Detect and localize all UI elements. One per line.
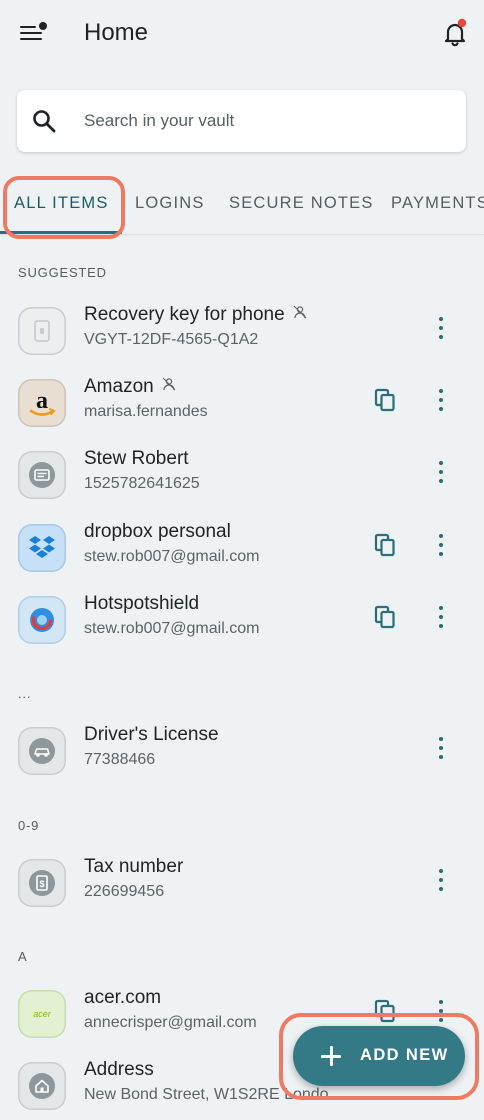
acer-logo-icon: acer <box>18 990 66 1038</box>
tab-all-items[interactable]: ALL ITEMS <box>14 194 109 213</box>
list-item[interactable]: $ Tax number 226699456 <box>0 849 484 921</box>
item-subtitle: 226699456 <box>84 883 165 900</box>
top-app-bar: Home <box>0 0 484 72</box>
item-name: Tax number <box>84 856 184 877</box>
list-item[interactable]: Stew Robert 1525782641625 <box>0 441 484 513</box>
tabs-divider <box>0 234 484 235</box>
svg-text:$: $ <box>39 879 44 889</box>
bell-alert-icon[interactable] <box>440 18 470 48</box>
copy-icon[interactable] <box>374 605 396 629</box>
svg-text:a: a <box>36 388 48 414</box>
shared-icon <box>293 305 307 319</box>
item-subtitle: VGYT-12DF-4565-Q1A2 <box>84 331 259 348</box>
document-key-icon <box>18 307 66 355</box>
more-options-icon[interactable] <box>437 867 445 893</box>
copy-icon[interactable] <box>374 533 396 557</box>
tab-logins[interactable]: LOGINS <box>135 194 205 213</box>
item-subtitle: stew.rob007@gmail.com <box>84 548 260 565</box>
item-subtitle: stew.rob007@gmail.com <box>84 620 260 637</box>
home-address-icon <box>18 1062 66 1110</box>
list-item[interactable]: dropbox personal stew.rob007@gmail.com <box>0 514 484 586</box>
more-options-icon[interactable] <box>437 532 445 558</box>
tab-secure-notes[interactable]: SECURE NOTES <box>229 194 374 213</box>
id-card-icon <box>18 451 66 499</box>
category-tabs: ALL ITEMS LOGINS SECURE NOTES PAYMENTS <box>0 170 484 234</box>
copy-icon[interactable] <box>374 388 396 412</box>
more-options-icon[interactable] <box>437 998 445 1024</box>
item-name: Amazon <box>84 376 176 398</box>
more-options-icon[interactable] <box>437 735 445 761</box>
search-placeholder: Search in your vault <box>84 111 235 130</box>
item-subtitle: 1525782641625 <box>84 475 200 492</box>
list-item[interactable]: Hotspotshield stew.rob007@gmail.com <box>0 586 484 658</box>
section-header-suggested: SUGGESTED <box>18 265 107 280</box>
more-options-icon[interactable] <box>437 604 445 630</box>
item-name: Driver's License <box>84 724 219 745</box>
list-item[interactable]: a Amazon marisa.fernandes <box>0 369 484 441</box>
tax-document-icon: $ <box>18 859 66 907</box>
section-header-symbols: ... <box>18 686 32 701</box>
acer-logo-text: acer <box>33 1009 51 1019</box>
item-name: Address <box>84 1059 154 1080</box>
section-header-a: A <box>18 949 28 964</box>
more-options-icon[interactable] <box>437 459 445 485</box>
item-subtitle: annecrisper@gmail.com <box>84 1014 257 1031</box>
item-name: acer.com <box>84 987 162 1008</box>
list-item[interactable]: Recovery key for phone VGYT-12DF-4565-Q1… <box>0 297 484 369</box>
search-input[interactable]: Search in your vault <box>17 90 466 152</box>
item-subtitle: 77388466 <box>84 751 156 768</box>
copy-icon[interactable] <box>374 999 396 1023</box>
page-title: Home <box>84 19 149 46</box>
item-name: dropbox personal <box>84 521 231 542</box>
section-header-numbers: 0-9 <box>18 818 40 833</box>
search-icon <box>33 110 56 133</box>
tab-payments[interactable]: PAYMENTS <box>391 194 484 213</box>
item-name: Hotspotshield <box>84 593 200 614</box>
dropbox-logo-icon <box>18 524 66 572</box>
more-options-icon[interactable] <box>437 387 445 413</box>
item-name: Stew Robert <box>84 448 189 469</box>
item-subtitle: New Bond Street, W1S2RE Londo... <box>84 1086 342 1103</box>
list-item[interactable]: Driver's License 77388466 <box>0 717 484 789</box>
hotspotshield-logo-icon <box>18 596 66 644</box>
plus-icon <box>321 1046 341 1066</box>
add-new-label: ADD NEW <box>360 1046 449 1064</box>
menu-with-notification-dot-icon[interactable] <box>18 20 48 46</box>
item-name: Recovery key for phone <box>84 304 307 326</box>
shared-icon <box>162 377 176 391</box>
item-subtitle: marisa.fernandes <box>84 403 208 420</box>
add-new-button[interactable]: ADD NEW <box>293 1026 465 1086</box>
amazon-logo-icon: a <box>18 379 66 427</box>
car-card-icon <box>18 727 66 775</box>
more-options-icon[interactable] <box>437 315 445 341</box>
